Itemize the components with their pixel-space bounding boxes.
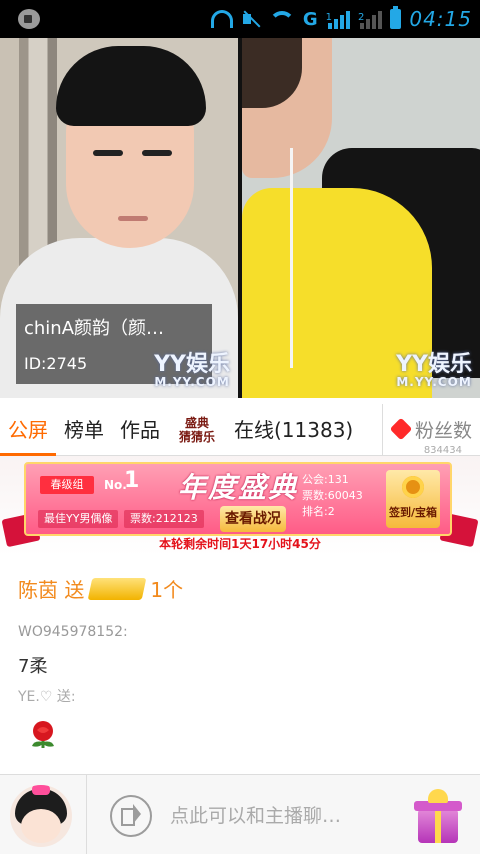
best-award: 最佳YY男偶像 — [38, 510, 119, 528]
gift-bow — [428, 789, 448, 803]
tab-works[interactable]: 作品 — [112, 404, 168, 456]
watermark-main: YY娱乐 — [396, 352, 472, 377]
rank-group-label: 春级组 — [40, 476, 94, 494]
notification-icon — [18, 9, 40, 29]
gift-icon — [88, 577, 147, 600]
video-area[interactable]: chinA颜韵（颜… ID:2745 YY娱乐 M.YY.COM YY娱乐 M.… — [0, 38, 480, 398]
tab-fans[interactable]: 粉丝数 834434 — [381, 403, 480, 456]
event-countdown: 本轮剩余时间1天17小时45分 — [159, 537, 321, 551]
banner-panel: 春级组 No. 1 最佳YY男偶像 票数:212123 年度盛典 查看战况 公会… — [24, 462, 452, 536]
avatar[interactable] — [10, 785, 72, 847]
chat-username[interactable]: WO945978152: — [18, 624, 128, 640]
chat-system-line: YE.♡ 送: — [18, 689, 76, 705]
fans-count: 834434 — [423, 444, 462, 456]
gift-count: 1个 — [150, 578, 184, 602]
avatar-bow — [32, 785, 50, 795]
anchor-hair — [56, 46, 206, 126]
view-battle-button[interactable]: 查看战况 — [220, 506, 286, 532]
checkin-chest-button[interactable]: 签到/宝箱 — [386, 470, 440, 528]
mouth — [118, 216, 148, 221]
chat-input[interactable]: 点此可以和主播聊… — [170, 801, 390, 831]
tab-ranking[interactable]: 榜单 — [56, 404, 112, 456]
brow-right — [142, 150, 172, 156]
fans-label: 粉丝数 — [414, 420, 472, 442]
event-badge-top: 盛典 — [184, 415, 209, 430]
event-badge-bottom: 猜猜乐 — [178, 429, 215, 444]
anchor-video-right[interactable]: YY娱乐 M.YY.COM — [242, 38, 480, 398]
clock: 04:15 — [409, 7, 472, 31]
guild-votes: 票数:60043 — [302, 489, 363, 502]
guild-rank: 排名:2 — [302, 505, 335, 518]
sim1-label: 1 — [325, 12, 332, 23]
anchor-video-left[interactable]: chinA颜韵（颜… ID:2745 YY娱乐 M.YY.COM — [0, 38, 238, 398]
network-type: G — [302, 8, 318, 30]
banner-title: 年度盛典 — [178, 471, 299, 504]
tab-online[interactable]: 在线(11383) — [226, 404, 361, 456]
bottom-bar: 点此可以和主播聊… — [0, 774, 480, 854]
sim2-label: 2 — [357, 12, 365, 23]
gift-button[interactable] — [406, 787, 470, 847]
battery-icon — [390, 6, 402, 29]
tab-bar: 公屏 榜单 作品 盛典 猜猜乐 在线(11383) 粉丝数 834434 — [0, 403, 480, 456]
chat-message: 7柔 — [18, 656, 48, 677]
watermark-sub: M.YY.COM — [154, 375, 230, 389]
brow-left — [93, 150, 123, 156]
watermark-sub: M.YY.COM — [396, 375, 472, 389]
app-root: G 1 2 04:15 chinA颜韵（颜… ID:2745 YY娱乐 M.YY… — [0, 0, 480, 854]
gift-box-icon — [418, 809, 458, 843]
earphone-cable — [290, 148, 293, 368]
divider — [86, 775, 87, 854]
event-banner[interactable]: 春级组 No. 1 最佳YY男偶像 票数:212123 年度盛典 查看战况 公会… — [0, 456, 480, 556]
anchor-name: chinA颜韵（颜… — [24, 318, 165, 339]
yy-watermark-left: YY娱乐 M.YY.COM — [154, 352, 230, 389]
yy-watermark-right: YY娱乐 M.YY.COM — [396, 352, 472, 389]
guild-id: 公会:131 — [302, 473, 349, 486]
status-icons: G 1 2 04:15 — [210, 0, 472, 38]
heart-icon — [389, 417, 413, 440]
guild-info: 公会:131 票数:60043 排名:2 — [302, 472, 363, 520]
avatar-face — [21, 809, 61, 843]
rose-icon — [32, 721, 54, 748]
rank-no-value: 1 — [124, 468, 140, 493]
tab-public-screen[interactable]: 公屏 — [0, 404, 56, 456]
mute-icon — [241, 9, 261, 29]
gift-message: 陈茵 送 1个 — [18, 574, 183, 603]
tab-event-guess[interactable]: 盛典 猜猜乐 — [172, 412, 222, 448]
wifi-icon — [268, 11, 295, 27]
gift-sender: 陈茵 送 — [18, 578, 85, 602]
headset-icon — [210, 10, 233, 28]
votes-count: 票数:212123 — [124, 510, 204, 528]
status-bar: G 1 2 04:15 — [0, 0, 480, 38]
chat-list[interactable]: 陈茵 送 1个 WO945978152: 7柔 YE.♡ 送: — [0, 556, 480, 774]
signal-icon-sim1: 1 — [326, 9, 350, 29]
signal-icon-sim2: 2 — [357, 9, 383, 29]
speaker-icon[interactable] — [110, 795, 152, 837]
watermark-main: YY娱乐 — [154, 352, 230, 377]
